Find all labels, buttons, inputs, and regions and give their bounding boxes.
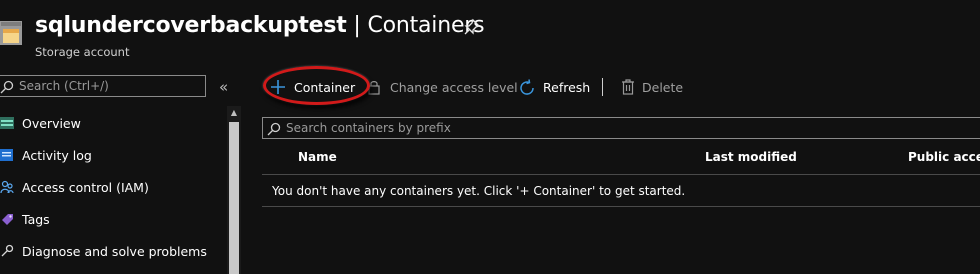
sidebar-item-diagnose[interactable]: Diagnose and solve problems (0, 239, 222, 265)
collapse-sidebar-button[interactable]: « (219, 78, 228, 96)
refresh-icon (518, 79, 534, 95)
page-title: sqlundercoverbackuptest | Containers (35, 13, 485, 38)
highlight-annotation-circle (263, 66, 370, 105)
sidebar-item-label: Overview (22, 116, 81, 131)
resource-type-subtitle: Storage account (35, 45, 130, 59)
search-icon (0, 79, 14, 94)
scroll-up-arrow-icon[interactable]: ▲ (227, 106, 241, 120)
sidebar-search[interactable] (0, 75, 206, 97)
trash-icon (620, 79, 636, 95)
sidebar-item-activity-log[interactable]: Activity log (0, 143, 222, 169)
table-row-divider (262, 206, 980, 207)
toolbar-divider (602, 78, 603, 96)
sidebar-search-input[interactable] (19, 77, 199, 95)
overview-icon (0, 116, 14, 130)
wrench-icon (0, 244, 14, 258)
sidebar-item-iam[interactable]: Access control (IAM) (0, 175, 222, 201)
resource-name: sqlundercoverbackuptest (35, 13, 347, 38)
iam-icon (0, 180, 14, 194)
activity-log-icon (0, 148, 14, 162)
delete-label: Delete (642, 80, 684, 95)
column-header-last-modified[interactable]: Last modified (705, 150, 797, 164)
storage-account-icon (0, 18, 24, 46)
sidebar-scroll-thumb[interactable] (229, 122, 239, 274)
container-prefix-input[interactable] (286, 119, 966, 137)
pin-icon[interactable] (463, 18, 481, 36)
refresh-label: Refresh (543, 80, 591, 95)
refresh-button[interactable]: Refresh (518, 77, 592, 99)
title-separator: | (346, 13, 368, 38)
empty-state-message: You don't have any containers yet. Click… (272, 184, 686, 198)
column-header-public-access[interactable]: Public acces (908, 150, 980, 164)
sidebar-item-label: Tags (22, 212, 50, 227)
table-header-divider (262, 174, 980, 175)
change-access-level-button[interactable]: Change access level (366, 77, 518, 99)
sidebar-item-label: Activity log (22, 148, 92, 163)
column-header-name[interactable]: Name (298, 150, 337, 164)
sidebar-item-tags[interactable]: Tags (0, 207, 222, 233)
change-access-level-label: Change access level (390, 80, 518, 95)
delete-button[interactable]: Delete (620, 77, 684, 99)
container-prefix-search[interactable] (262, 117, 980, 139)
search-icon (267, 121, 281, 136)
tag-icon (0, 212, 14, 226)
sidebar-item-overview[interactable]: Overview (0, 111, 222, 137)
sidebar-item-label: Diagnose and solve problems (22, 244, 207, 259)
sidebar-item-label: Access control (IAM) (22, 180, 149, 195)
